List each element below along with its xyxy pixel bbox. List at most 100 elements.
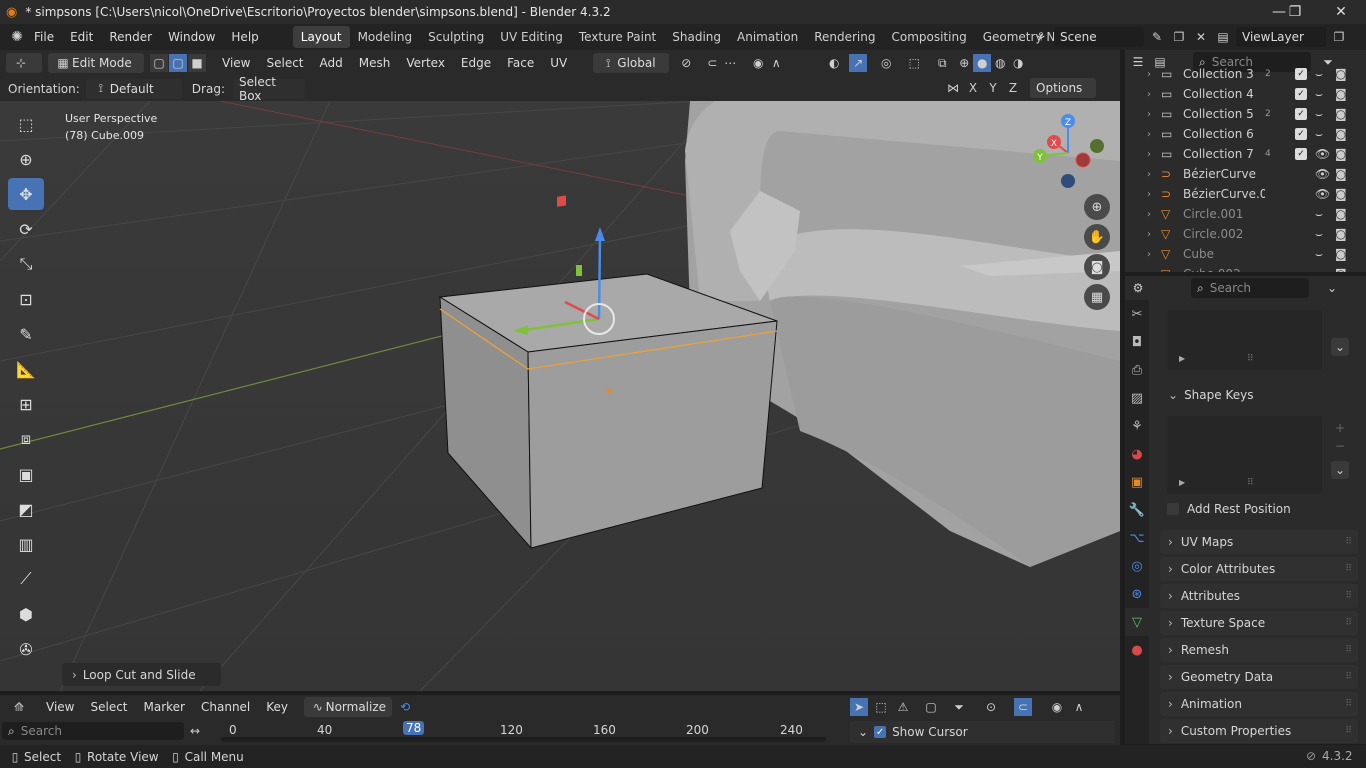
tab-texture-paint[interactable]: Texture Paint [571, 26, 664, 48]
tab-layout[interactable]: Layout [292, 26, 350, 48]
outliner-row[interactable]: ›⊃ BézierCurve.001 👁◙ [1125, 184, 1366, 204]
vp-menu-select[interactable]: Select [258, 50, 311, 76]
properties-search[interactable]: ⌕ Search [1191, 278, 1309, 298]
editor-type-button[interactable]: ⊹ [6, 53, 42, 73]
menu-edit[interactable]: Edit [62, 24, 101, 50]
expand-arrow-icon[interactable]: › [1147, 109, 1161, 120]
vp-menu-mesh[interactable]: Mesh [351, 50, 399, 76]
wireframe-shading-icon[interactable]: ⊕ [955, 54, 973, 72]
options-button[interactable]: Options [1030, 78, 1096, 98]
shape-keys-list[interactable]: ▶ ⠿ [1167, 416, 1322, 494]
vp-menu-edge[interactable]: Edge [453, 50, 499, 76]
particles-tab-icon[interactable]: ⌥ [1125, 524, 1149, 552]
physics-tab-icon[interactable]: ◎ [1125, 552, 1149, 580]
filter-toggle-icon[interactable]: ▢ [922, 698, 940, 716]
visibility-icon[interactable]: ◐ [825, 54, 843, 72]
outliner-row[interactable]: › ▭ Collection 4 ✓ ⌣ ◙ [1125, 84, 1366, 104]
world-tab-icon[interactable]: ◕ [1125, 440, 1149, 468]
data-tab-icon[interactable]: ▽ [1125, 608, 1149, 636]
camera-view-icon[interactable]: ◙ [1084, 254, 1110, 280]
eye-icon[interactable]: 👁 [1315, 167, 1335, 181]
tab-modeling[interactable]: Modeling [350, 26, 421, 48]
drag-grip-icon[interactable]: ⠿ [1345, 537, 1352, 547]
camera-render-icon[interactable]: ◙ [1335, 187, 1353, 201]
mirror-z-button[interactable]: Z [1004, 79, 1022, 97]
expand-arrow-icon[interactable]: › [1147, 249, 1161, 260]
expand-icon[interactable]: ⌄ [1323, 279, 1341, 297]
face-select-icon[interactable]: ■ [188, 54, 206, 72]
overlays-icon[interactable]: ◎ [877, 54, 895, 72]
tl-menu-view[interactable]: View [38, 694, 82, 720]
xray-icon[interactable]: ⧉ [933, 54, 951, 72]
outliner-row[interactable]: › ▭ Collection 6 ✓ ⌣ ◙ [1125, 124, 1366, 144]
shape-list-grip-icon[interactable]: ⠿ [1247, 478, 1254, 488]
shape-keys-panel[interactable]: ⌄ Shape Keys [1160, 383, 1358, 407]
tl-pivot-icon[interactable]: ⊙ [982, 698, 1000, 716]
show-cursor-checkbox[interactable]: ✓ [874, 726, 887, 738]
knife-icon[interactable]: ⟋ [8, 563, 44, 595]
vp-menu-uv[interactable]: UV [542, 50, 575, 76]
expand-arrow-icon[interactable]: › [1147, 69, 1161, 80]
properties-panel[interactable]: › Custom Properties ⠿ [1160, 719, 1358, 743]
list-expand-icon[interactable]: ▶ [1179, 354, 1185, 363]
pivot-icon[interactable]: ⊘ [677, 54, 695, 72]
tl-menu-key[interactable]: Key [258, 694, 296, 720]
expand-arrow-icon[interactable]: › [1147, 149, 1161, 160]
proportional-edit-icon[interactable]: ◉ [749, 54, 767, 72]
drag-grip-icon[interactable]: ⠿ [1345, 672, 1352, 682]
camera-render-icon[interactable]: ◙ [1335, 227, 1353, 241]
cursor-icon[interactable]: ⊕ [8, 143, 44, 175]
measure-icon[interactable]: 📐 [8, 353, 44, 385]
new-scene-icon[interactable]: ❐ [1170, 28, 1188, 46]
output-tab-icon[interactable]: ⎙ [1125, 356, 1149, 384]
tl-falloff-icon[interactable]: ∧ [1070, 698, 1088, 716]
blender-menu-icon[interactable]: ✺ [8, 28, 26, 46]
ortho-grid-icon[interactable]: ▦ [1084, 284, 1110, 310]
bevel-icon[interactable]: ◩ [8, 493, 44, 525]
normalize-toggle[interactable]: ∿ Normalize [304, 697, 393, 717]
vp-menu-face[interactable]: Face [499, 50, 542, 76]
auto-normalize-icon[interactable]: ⟲ [396, 698, 414, 716]
snap-target-icon[interactable]: ⋯ [721, 54, 739, 72]
outliner-row[interactable]: › ▭ Collection 3 2 ✓ ⌣ ◙ [1125, 64, 1366, 84]
tab-uv-editing[interactable]: UV Editing [492, 26, 571, 48]
falloff-icon[interactable]: ∧ [767, 54, 785, 72]
extrude-icon[interactable]: ⧈ [8, 423, 44, 455]
rotate-icon[interactable]: ⟳ [8, 213, 44, 245]
expand-arrow-icon[interactable]: › [1147, 89, 1161, 100]
drag-grip-icon[interactable]: ⠿ [1345, 618, 1352, 628]
loop-cut-icon[interactable]: ▥ [8, 528, 44, 560]
eye-icon[interactable]: ⌣ [1315, 267, 1335, 273]
drag-grip-icon[interactable]: ⠿ [1345, 645, 1352, 655]
timeline-scrollbar[interactable] [221, 737, 826, 742]
add-rest-checkbox[interactable] [1167, 503, 1179, 515]
object-tab-icon[interactable]: ▣ [1125, 468, 1149, 496]
properties-panel[interactable]: › Color Attributes ⠿ [1160, 557, 1358, 581]
eye-icon[interactable]: ⌣ [1315, 247, 1335, 262]
inset-icon[interactable]: ▣ [8, 458, 44, 490]
expand-arrow-icon[interactable]: › [1147, 229, 1161, 240]
camera-render-icon[interactable]: ◙ [1335, 107, 1353, 121]
solid-shading-icon[interactable]: ● [973, 54, 992, 72]
exclude-checkbox[interactable]: ✓ [1295, 68, 1307, 80]
tab-shading[interactable]: Shading [664, 26, 729, 48]
camera-render-icon[interactable]: ◙ [1335, 67, 1353, 81]
outliner-row[interactable]: ›▽ Cube.002 ⌣◙ [1125, 264, 1366, 273]
expand-arrow-icon[interactable]: › [1147, 169, 1161, 180]
properties-panel[interactable]: › Animation ⠿ [1160, 692, 1358, 716]
camera-render-icon[interactable]: ◙ [1335, 147, 1353, 161]
camera-render-icon[interactable]: ◙ [1335, 127, 1353, 141]
view-layer-selector[interactable]: ViewLayer [1236, 27, 1326, 47]
scale-icon[interactable]: ⤡ [8, 248, 44, 280]
swap-icon[interactable]: ↔ [186, 722, 204, 740]
tab-animation[interactable]: Animation [729, 26, 806, 48]
show-cursor-panel[interactable]: ⌄ ✓ Show Cursor [850, 721, 1115, 743]
camera-render-icon[interactable]: ◙ [1335, 247, 1353, 261]
vp-menu-add[interactable]: Add [312, 50, 351, 76]
show-hidden-icon[interactable]: ⬚ [872, 698, 890, 716]
eye-icon[interactable]: ⌣ [1315, 207, 1335, 222]
add-cube-icon[interactable]: ⊞ [8, 388, 44, 420]
drag-grip-icon[interactable]: ⠿ [1345, 591, 1352, 601]
outliner-row[interactable]: › ▽ Circle.002 ⌣ ◙ [1125, 224, 1366, 244]
tl-filter-icon[interactable]: ⏷ [950, 698, 968, 716]
